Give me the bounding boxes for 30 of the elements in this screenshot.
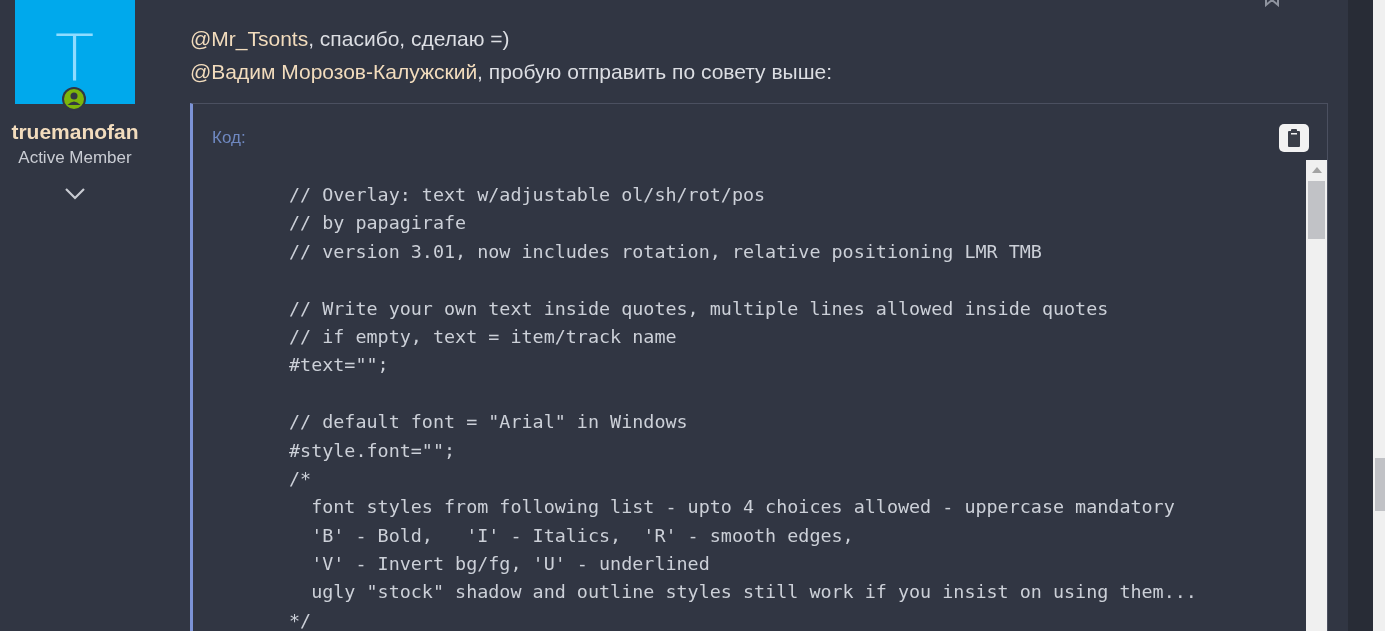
code-line: // Overlay: text w/adjustable ol/sh/rot/pos [289,183,767,207]
clipboard-icon [1287,129,1301,147]
page-scrollbar[interactable] [1373,0,1385,631]
username[interactable]: truemanofan [11,119,139,145]
code-line: ugly "stock" shadow and outline styles still work if you insist on using them... [310,580,1198,605]
copy-button[interactable] [1279,124,1309,152]
code-line: // version 3.01, now includes rotation, relative positioning LMR TMB [289,239,1043,264]
code-line: // if empty, text = item/track name [289,324,678,349]
code-line: #style.font=""; [289,438,457,463]
code-line: */ [289,608,313,631]
mention-link[interactable]: @Вадим Морозов-Калужский [190,60,478,83]
code-line: font styles from following list - upto 4 choices allowed - uppercase mandatory [310,495,1176,520]
code-line: 'B' - Bold, 'I' - Italics, 'R' - smooth edges, [310,523,855,548]
scrollbar-thumb[interactable] [1308,181,1325,239]
message-line: @Вадим Морозов-Калужский, пробую отправить по совету выше: [190,59,833,85]
user-title: Active Member [18,147,132,169]
code-line: /* [289,466,313,491]
chevron-down-icon[interactable] [64,187,86,201]
scrollbar-thumb[interactable] [1375,458,1385,511]
scroll-up-icon[interactable] [1311,167,1322,173]
avatar-initial: T [54,26,95,90]
code-label: Код: [212,127,246,150]
code-line: // default font = "Arial" in Windows [289,410,689,435]
code-line: // by papagirafe [289,211,468,236]
code-line: // Write your own text inside quotes, multiple lines allowed inside quotes [289,296,1110,321]
code-line: #text=""; [289,353,390,378]
mention-link[interactable]: @Mr_Tsonts [190,27,309,50]
code-line: 'V' - Invert bg/fg, 'U' - underlined [310,552,711,577]
code-scrollbar[interactable] [1306,160,1327,631]
message-line: @Mr_Tsonts, спасибо, сделаю =) [190,26,511,53]
